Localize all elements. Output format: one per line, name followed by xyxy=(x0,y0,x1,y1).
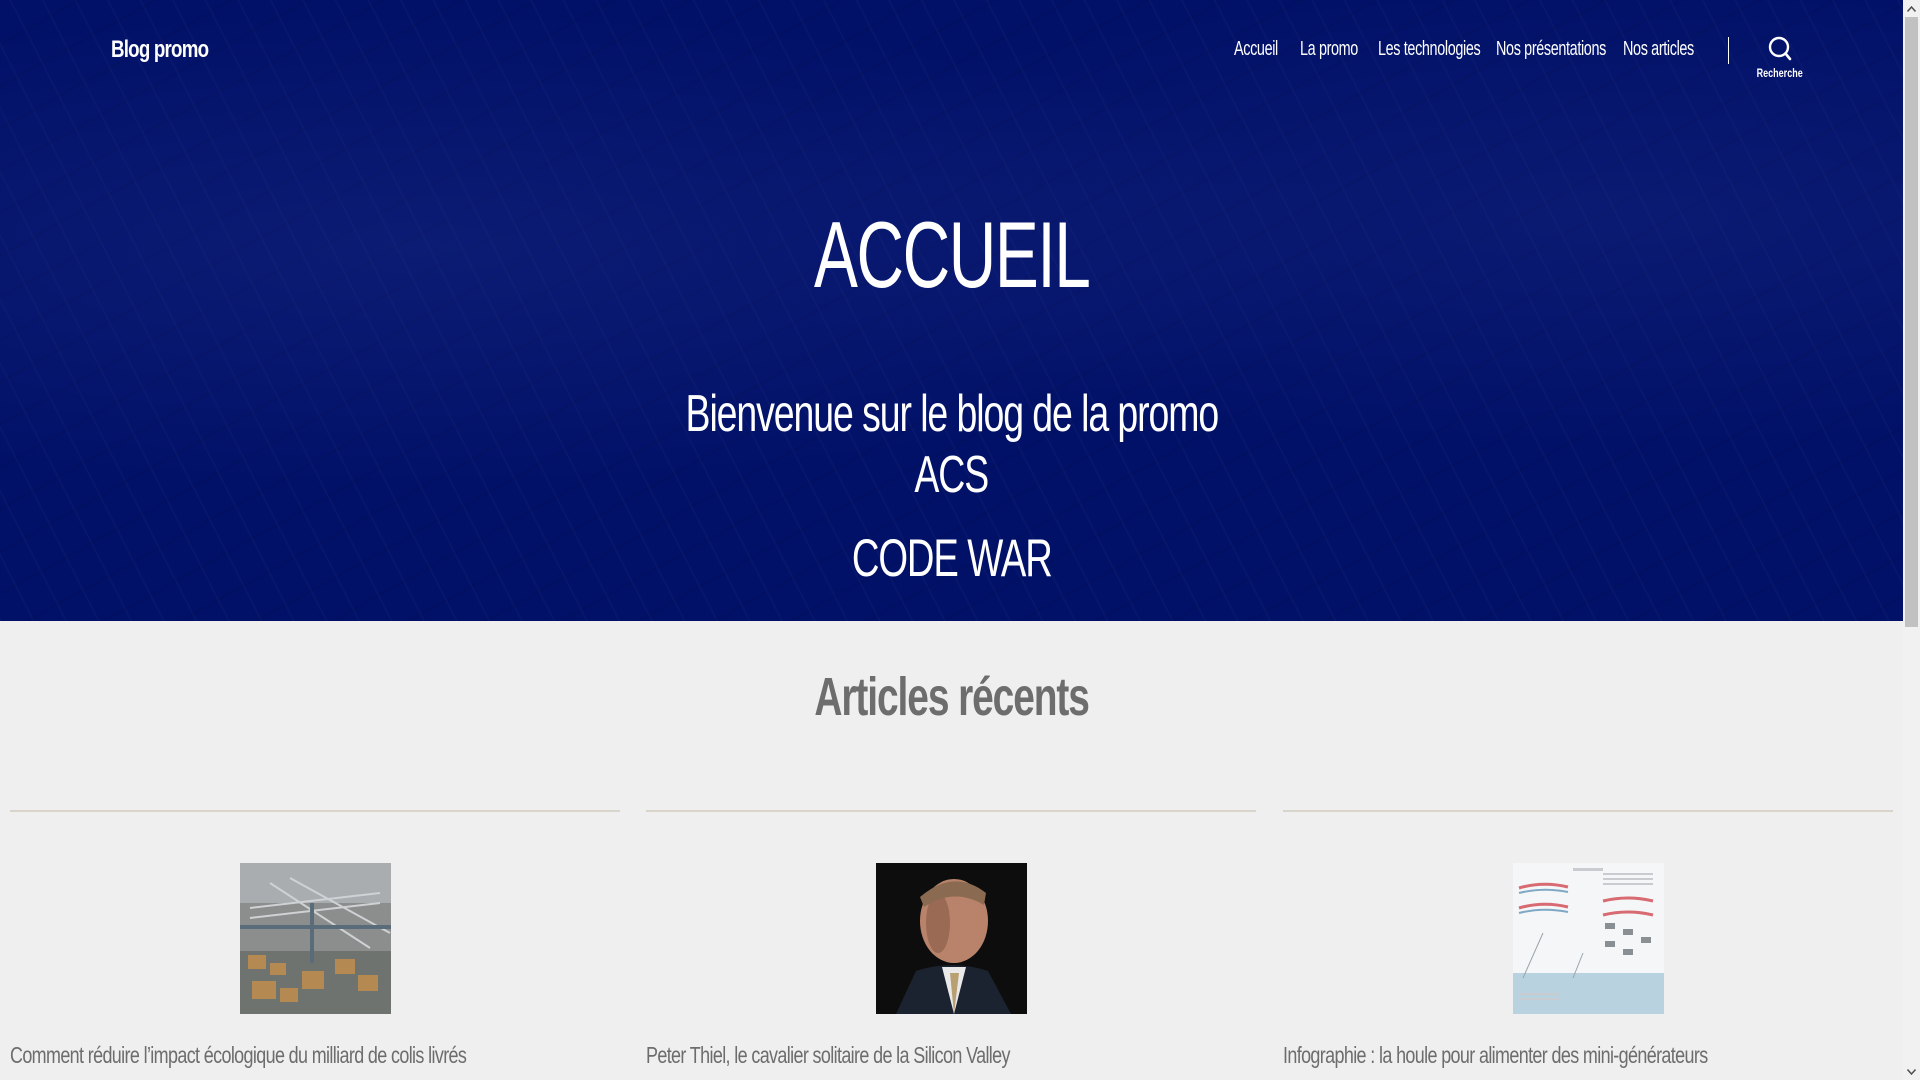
nav-item-la-promo[interactable]: La promo xyxy=(1300,38,1358,61)
article-title-link[interactable]: Comment réduire l’impact écologique du m… xyxy=(10,1042,467,1069)
site-title[interactable]: Blog promo xyxy=(111,36,209,64)
scroll-up-arrow-icon[interactable] xyxy=(1903,0,1920,17)
page-scrollbar[interactable] xyxy=(1903,0,1920,1080)
nav-item-nos-presentations[interactable]: Nos présentations xyxy=(1496,38,1606,61)
card-divider xyxy=(1283,810,1893,812)
article-title-link[interactable]: Infographie : la houle pour alimenter de… xyxy=(1283,1042,1708,1069)
article-card: Comment réduire l’impact écologique du m… xyxy=(10,810,620,1080)
card-divider xyxy=(646,810,1256,812)
scroll-down-arrow-icon[interactable] xyxy=(1903,1063,1920,1080)
warehouse-photo[interactable] xyxy=(240,863,391,1014)
hero-banner: Blog promo Accueil La promo Les technolo… xyxy=(0,0,1903,621)
card-divider xyxy=(10,810,620,812)
search-icon xyxy=(1768,36,1792,61)
scrollbar-thumb[interactable] xyxy=(1905,17,1918,627)
article-title-link[interactable]: Peter Thiel, le cavalier solitaire de la… xyxy=(646,1042,1011,1069)
nav-item-accueil[interactable]: Accueil xyxy=(1234,38,1278,61)
infographic-image[interactable] xyxy=(1513,863,1664,1014)
recent-articles-title: Articles récents xyxy=(814,667,1090,727)
article-card: Infographie : la houle pour alimenter de… xyxy=(1283,810,1893,1080)
hero-subtitle: Bienvenue sur le blog de la promo ACS xyxy=(0,384,1903,506)
hero-subtitle-line-1: Bienvenue sur le blog de la promo xyxy=(685,385,1219,443)
hero-code-war: CODE WAR xyxy=(851,529,1053,588)
nav-item-nos-articles[interactable]: Nos articles xyxy=(1623,38,1694,61)
hero-subtitle-line-2: ACS xyxy=(914,446,990,504)
portrait-photo[interactable] xyxy=(876,863,1027,1014)
nav-item-les-technologies[interactable]: Les technologies xyxy=(1378,38,1481,61)
search-toggle-button[interactable]: Recherche xyxy=(1746,36,1814,86)
hero-background-texture xyxy=(0,0,1903,621)
article-card: Peter Thiel, le cavalier solitaire de la… xyxy=(646,810,1256,1080)
nav-divider xyxy=(1728,37,1729,64)
search-label: Recherche xyxy=(1756,66,1804,80)
page-title: ACCUEIL xyxy=(813,202,1091,307)
